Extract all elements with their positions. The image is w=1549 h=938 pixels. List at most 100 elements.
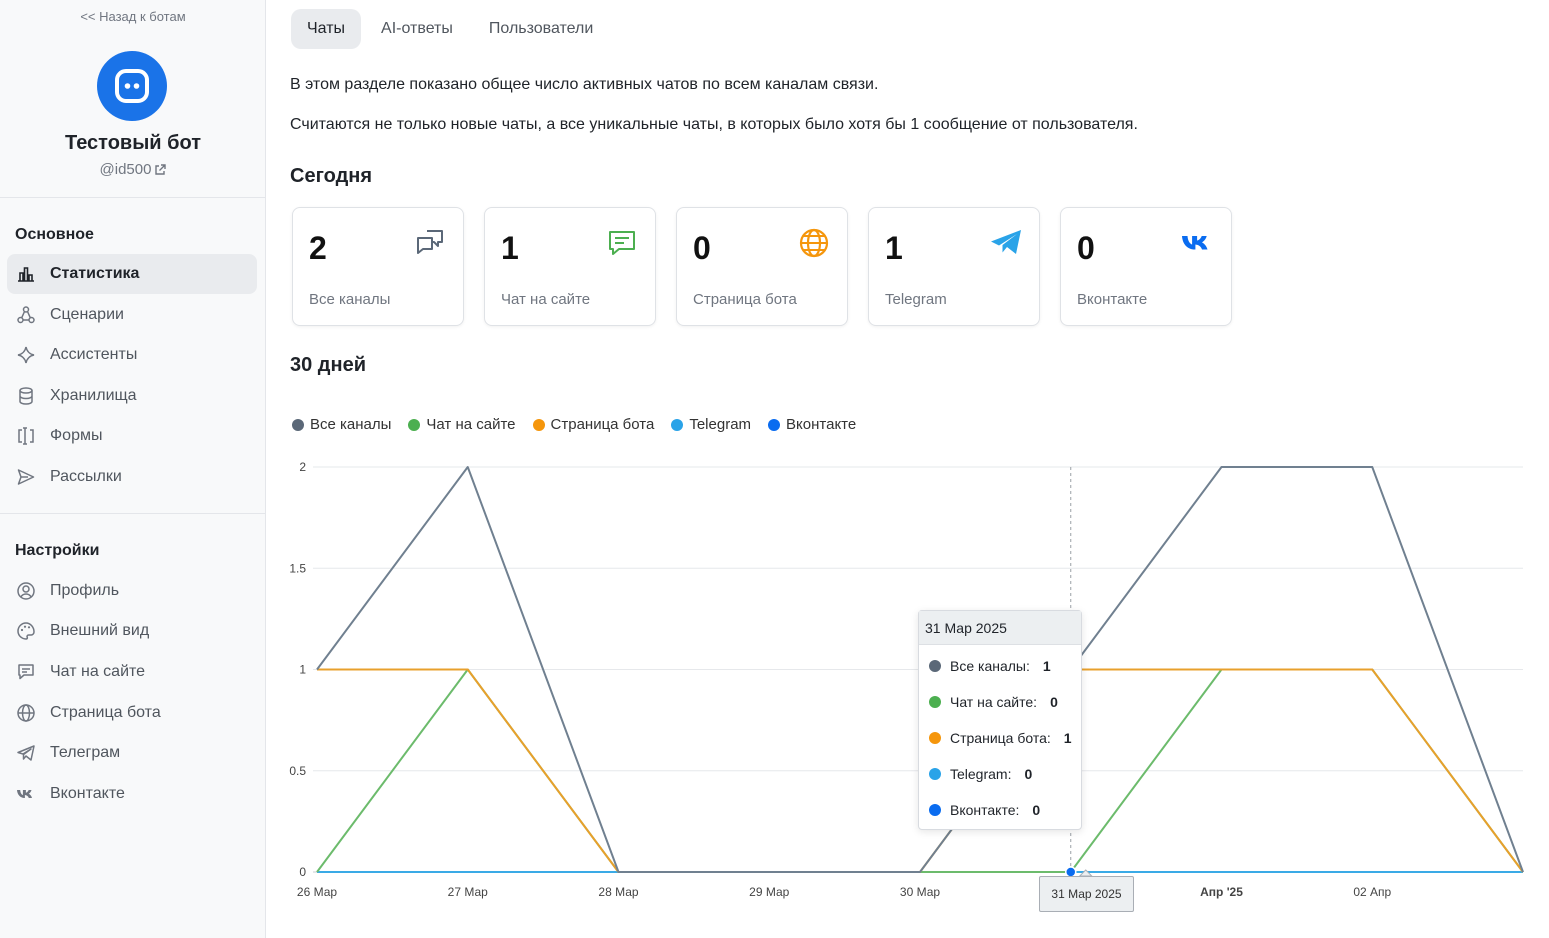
- legend-label: Вконтакте: [786, 416, 857, 433]
- x-tick-label: 29 Мар: [749, 885, 789, 899]
- tab-bar: Чаты AI-ответы Пользователи: [291, 9, 609, 49]
- stat-value: 2: [309, 230, 327, 266]
- sidebar-item-label: Сценарии: [50, 306, 124, 323]
- tooltip-label: Telegram:: [950, 766, 1012, 782]
- legend-item-all-channels[interactable]: Все каналы: [292, 416, 391, 433]
- back-to-bots-link[interactable]: << Назад к ботам: [0, 9, 266, 24]
- bot-handle-link[interactable]: @id500: [0, 161, 266, 178]
- x-tick-label: 26 Мар: [297, 885, 337, 899]
- bot-avatar: [97, 51, 167, 121]
- tooltip-row-vk: Вконтакте: 0: [929, 802, 1040, 818]
- tooltip-label: Все каналы:: [950, 658, 1030, 674]
- y-tick-label: 1.5: [289, 561, 306, 575]
- y-tick-label: 0.5: [289, 764, 306, 778]
- stat-card-site-chat: 1 Чат на сайте: [484, 207, 656, 326]
- stat-label: Страница бота: [693, 291, 797, 308]
- y-tick-label: 1: [299, 663, 306, 677]
- sidebar-item-forms[interactable]: Формы: [7, 416, 257, 456]
- sidebar-item-site-chat[interactable]: Чат на сайте: [7, 652, 257, 692]
- sidebar-item-appearance[interactable]: Внешний вид: [7, 611, 257, 651]
- legend-label: Чат на сайте: [426, 416, 516, 433]
- legend-dot: [671, 418, 684, 431]
- x-tick-label: 30 Мар: [900, 885, 940, 899]
- sidebar-item-label: Страница бота: [50, 704, 161, 721]
- flow-icon: [16, 305, 36, 325]
- vk-icon: [1181, 226, 1215, 260]
- legend-dot: [532, 418, 545, 431]
- stat-label: Вконтакте: [1077, 291, 1148, 308]
- stat-label: Telegram: [885, 291, 947, 308]
- legend-item-bot-page[interactable]: Страница бота: [532, 416, 654, 433]
- sidebar-item-label: Хранилища: [50, 387, 137, 404]
- stat-card-vk: 0 Вконтакте: [1060, 207, 1232, 326]
- tooltip-dot: [929, 804, 941, 816]
- y-tick-label: 0: [299, 865, 306, 879]
- sidebar-item-label: Ассистенты: [50, 346, 138, 363]
- send-icon: [16, 467, 36, 487]
- sidebar-item-label: Внешний вид: [50, 622, 150, 639]
- tooltip-label: Чат на сайте:: [950, 694, 1038, 710]
- sidebar-item-scenarios[interactable]: Сценарии: [7, 295, 257, 335]
- x-tick-label: 27 Мар: [448, 885, 488, 899]
- section-title-main: Основное: [15, 226, 94, 243]
- vk-icon: [16, 784, 36, 804]
- stat-card-telegram: 1 Telegram: [868, 207, 1040, 326]
- sparkle-icon: [16, 345, 36, 365]
- sidebar-divider: [0, 513, 265, 514]
- chats-icon: [413, 226, 447, 260]
- sidebar-item-label: Телеграм: [50, 744, 121, 761]
- globe-icon: [797, 226, 831, 260]
- y-tick-label: 2: [299, 460, 306, 474]
- legend-label: Telegram: [689, 416, 752, 433]
- tooltip-title: 31 Мар 2025: [919, 611, 1081, 645]
- x-tick-label: 02 Апр: [1353, 885, 1391, 899]
- tooltip-row-telegram: Telegram: 0: [929, 766, 1032, 782]
- legend-item-vk[interactable]: Вконтакте: [768, 416, 856, 433]
- tooltip-dot: [929, 660, 941, 672]
- stat-card-bot-page: 0 Страница бота: [676, 207, 848, 326]
- form-icon: [16, 426, 36, 446]
- sidebar-item-assistants[interactable]: Ассистенты: [7, 335, 257, 375]
- legend-item-site-chat[interactable]: Чат на сайте: [408, 416, 516, 433]
- external-link-icon: [155, 163, 167, 175]
- stat-value: 1: [885, 230, 903, 266]
- chat-icon: [16, 662, 36, 682]
- legend-dot: [768, 418, 781, 431]
- sidebar-item-storages[interactable]: Хранилища: [7, 376, 257, 416]
- sidebar-item-telegram[interactable]: Телеграм: [7, 733, 257, 773]
- tab-chats[interactable]: Чаты: [291, 9, 362, 49]
- sidebar-item-label: Чат на сайте: [50, 663, 146, 680]
- tooltip-value: 1: [1063, 730, 1072, 746]
- legend-dot: [292, 418, 304, 431]
- line-chart[interactable]: 0 0.5 1 1.5 2 26 Мар 27 Мар 28 Мар 29 Мар 30 Мар А…: [266, 450, 1549, 930]
- telegram-icon: [16, 743, 36, 763]
- legend-dot: [408, 418, 421, 431]
- tab-users[interactable]: Пользователи: [473, 9, 609, 49]
- sidebar-item-mailings[interactable]: Рассылки: [7, 457, 257, 497]
- sidebar-item-label: Рассылки: [50, 468, 122, 485]
- database-icon: [16, 386, 36, 406]
- tooltip-dot: [929, 696, 941, 708]
- stat-label: Все каналы: [309, 291, 391, 308]
- sidebar-item-profile[interactable]: Профиль: [7, 571, 257, 611]
- sidebar-item-bot-page[interactable]: Страница бота: [7, 693, 257, 733]
- period-title: 30 дней: [290, 354, 366, 376]
- stat-card-all-channels: 2 Все каналы: [292, 207, 464, 326]
- x-tick-label: 28 Мар: [598, 885, 638, 899]
- x-tick-label: Апр '25: [1200, 885, 1243, 899]
- legend-item-telegram[interactable]: Telegram: [671, 416, 751, 433]
- user-circle-icon: [16, 581, 36, 601]
- sidebar-item-vk[interactable]: Вконтакте: [7, 774, 257, 814]
- description-line-2: Считаются не только новые чаты, а все ун…: [290, 116, 1138, 133]
- section-title-settings: Настройки: [15, 542, 100, 559]
- main-content: Чаты AI-ответы Пользователи В этом разде…: [266, 0, 1549, 938]
- tab-ai-answers[interactable]: AI-ответы: [365, 9, 469, 49]
- stat-value: 0: [1077, 230, 1095, 266]
- bot-avatar-icon: [115, 69, 149, 103]
- tooltip-label: Страница бота:: [950, 730, 1051, 746]
- sidebar-item-label: Статистика: [50, 265, 140, 282]
- sidebar-item-statistics[interactable]: Статистика: [7, 254, 257, 294]
- tooltip-row-bot-page: Страница бота: 1: [929, 730, 1072, 746]
- tooltip-label: Вконтакте:: [950, 802, 1020, 818]
- bot-handle-text: @id500: [99, 161, 152, 178]
